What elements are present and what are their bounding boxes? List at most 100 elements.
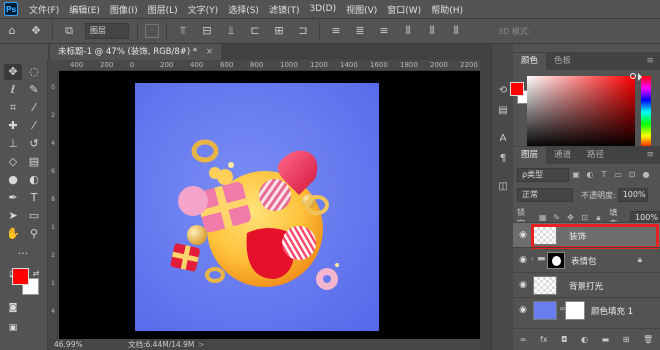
crop-icon[interactable]: ⌗ (4, 100, 22, 116)
layer-row[interactable]: ◉ › ▬ 表情包 🔒︎ (513, 247, 660, 272)
distribute-bottom-icon[interactable]: ≡ (376, 23, 392, 39)
align-right-icon[interactable]: ⊐ (295, 23, 311, 39)
filter-type-icon[interactable]: T (598, 169, 610, 181)
auto-select-checkbox-icon[interactable]: ⧉ (61, 23, 77, 39)
move-tool-preset-icon[interactable]: ✥ (28, 23, 44, 39)
filter-adjustment-icon[interactable]: ◐ (584, 169, 596, 181)
hue-slider-marker[interactable] (638, 73, 642, 81)
distribute-hcenter-icon[interactable]: ⦀ (424, 23, 440, 39)
brush-icon[interactable]: ⁄ (25, 118, 43, 134)
color-picker-field[interactable] (527, 76, 635, 148)
foreground-swatch[interactable] (510, 82, 524, 96)
align-left-icon[interactable]: ⊏ (247, 23, 263, 39)
layer-mask-thumbnail[interactable] (547, 252, 565, 269)
history-icon[interactable]: ⟲ (495, 84, 511, 98)
rectangle-icon[interactable]: ▭ (25, 208, 43, 224)
filter-smart-icon[interactable]: ⊡ (626, 169, 638, 181)
canvas-area[interactable] (59, 71, 480, 339)
home-icon[interactable]: ⌂ (4, 23, 20, 39)
menu-file[interactable]: 文件(F) (24, 3, 64, 16)
visibility-eye-icon[interactable]: ◉ (517, 230, 529, 240)
blend-mode-select[interactable]: 正常 (517, 188, 573, 202)
vertical-ruler[interactable]: 0 2 4 6 8 1 2 1 4 (48, 71, 58, 339)
stamp-icon[interactable]: ⊥ (4, 136, 22, 152)
panel-menu-icon[interactable]: ≡ (646, 56, 654, 66)
menu-window[interactable]: 窗口(W) (382, 3, 426, 16)
document-tab[interactable]: 未标题-1 @ 47% (装饰, RGB/8#) * × (50, 44, 222, 60)
marquee-icon[interactable]: ◌ (25, 64, 43, 80)
link-layers-icon[interactable]: ∞ (520, 335, 527, 344)
zoom-icon[interactable]: ⚲ (25, 226, 43, 242)
pen-icon[interactable]: ✒ (4, 190, 22, 206)
layer-filter-kind-select[interactable]: ρ类型 (517, 168, 569, 182)
layer-row[interactable]: ◉ 装饰 (513, 222, 660, 249)
type-icon[interactable]: T (25, 190, 43, 206)
expand-chevron-icon[interactable]: › (531, 255, 534, 263)
dodge-icon[interactable]: ◐ (25, 172, 43, 188)
menu-select[interactable]: 选择(S) (223, 3, 264, 16)
layer-row[interactable]: ◉ 背景打光 (513, 272, 660, 297)
hand-icon[interactable]: ✋ (4, 226, 22, 242)
layer-name[interactable]: 颜色填充 1 (591, 305, 633, 317)
visibility-eye-icon[interactable]: ◉ (517, 305, 529, 315)
paragraph-icon[interactable]: ¶ (495, 152, 511, 166)
visibility-eye-icon[interactable]: ◉ (517, 280, 529, 290)
distribute-top-icon[interactable]: ≡ (328, 23, 344, 39)
distribute-left-icon[interactable]: ⦀ (400, 23, 416, 39)
eyedropper-icon[interactable]: ⁄ (25, 100, 43, 116)
adjustment-layer-icon[interactable]: ◐ (581, 335, 588, 344)
menu-type[interactable]: 文字(Y) (183, 3, 224, 16)
panel-menu-icon[interactable]: ≡ (646, 150, 654, 160)
menu-3d[interactable]: 3D(D) (304, 4, 341, 14)
menu-edit[interactable]: 编辑(E) (64, 3, 105, 16)
foreground-color-swatch[interactable] (12, 268, 29, 285)
filter-pixel-icon[interactable]: ▣ (570, 169, 582, 181)
quick-select-icon[interactable]: ✎ (25, 82, 43, 98)
new-group-icon[interactable]: ▬ (602, 335, 610, 344)
auto-select-target-select[interactable]: 图层 (85, 23, 129, 39)
healing-icon[interactable]: ✚ (4, 118, 22, 134)
hue-slider[interactable] (641, 76, 651, 148)
add-mask-icon[interactable]: ◘ (561, 335, 567, 344)
align-vcenter-icon[interactable]: ⊟ (199, 23, 215, 39)
show-transform-controls-checkbox[interactable] (145, 24, 159, 38)
zoom-level[interactable]: 46.99% (54, 339, 83, 350)
tab-color[interactable]: 颜色 (513, 53, 547, 70)
tab-channels[interactable]: 通道 (546, 147, 579, 164)
visibility-eye-icon[interactable]: ◉ (517, 255, 529, 265)
delete-layer-icon[interactable]: 🗑︎ (643, 335, 653, 344)
menu-help[interactable]: 帮助(H) (426, 3, 468, 16)
distribute-vcenter-icon[interactable]: ≣ (352, 23, 368, 39)
menu-image[interactable]: 图像(I) (105, 3, 143, 16)
history-brush-icon[interactable]: ↺ (25, 136, 43, 152)
path-select-icon[interactable]: ➤ (4, 208, 22, 224)
new-layer-icon[interactable]: ⊞ (623, 335, 630, 344)
adjustments-icon[interactable]: ◫ (495, 180, 511, 194)
layer-name[interactable]: 背景打光 (569, 280, 603, 292)
screen-mode-icon[interactable]: ▣ (4, 320, 22, 336)
close-icon[interactable]: × (206, 47, 213, 57)
ruler-origin[interactable] (48, 60, 58, 71)
opacity-input[interactable]: 100% (617, 188, 648, 202)
align-bottom-icon[interactable]: ⫫ (223, 23, 239, 39)
character-icon[interactable]: A (495, 132, 511, 146)
align-top-icon[interactable]: ⫪ (175, 23, 191, 39)
layer-mask-thumbnail[interactable] (565, 301, 585, 320)
tab-swatches[interactable]: 色板 (546, 53, 579, 70)
menu-view[interactable]: 视图(V) (341, 3, 382, 16)
align-hcenter-icon[interactable]: ⊞ (271, 23, 287, 39)
lasso-icon[interactable]: ℓ (4, 82, 22, 98)
color-picker-marker[interactable] (630, 73, 636, 79)
status-menu-arrow-icon[interactable]: > (198, 339, 204, 350)
properties-icon[interactable]: ▤ (495, 104, 511, 118)
layer-style-icon[interactable]: fx (540, 335, 548, 344)
layer-row[interactable]: ◉ ∞ 颜色填充 1 (513, 297, 660, 322)
blur-icon[interactable]: ● (4, 172, 22, 188)
more-tools-icon[interactable]: ··· (14, 246, 32, 262)
gradient-icon[interactable]: ▤ (25, 154, 43, 170)
quick-mask-icon[interactable]: ◙ (4, 300, 22, 316)
layer-name[interactable]: 表情包 (571, 255, 597, 267)
artboard[interactable] (135, 83, 379, 331)
menu-filter[interactable]: 滤镜(T) (264, 3, 305, 16)
menu-layer[interactable]: 图层(L) (143, 3, 183, 16)
